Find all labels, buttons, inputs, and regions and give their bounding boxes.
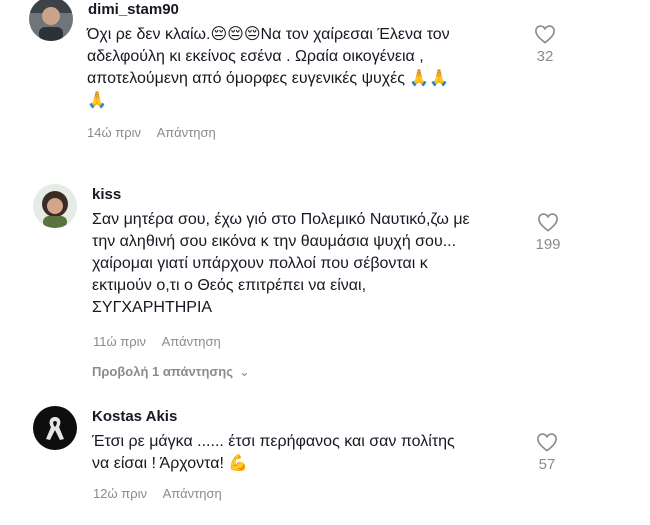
comment-item: kiss Σαν μητέρα σου, έχω γιό στο Πολεμικ… [0,178,650,388]
comment-text: Σαν μητέρα σου, έχω γιό στο Πολεμικό Ναυ… [92,209,532,319]
like-count: 57 [538,456,556,473]
user-photo-avatar-icon [33,184,77,228]
comment-text-line: χαίρομαι γιατί υπάρχουν πολλοί που σέβον… [92,255,428,272]
comment-username[interactable]: kiss [92,186,121,203]
comment-text-line: αδελφούλη κι εκείνος εσένα . Ωραία οικογ… [87,48,424,65]
comment-text-line: εκτιμούν ο,τι ο Θεός επιτρέπει να είναι, [92,277,367,294]
avatar[interactable] [33,406,77,450]
comment-text-line: 🙏 [87,92,107,109]
comment-text: Έτσι ρε μάγκα ...... έτσι περήφανος και … [92,431,532,475]
comment-timestamp: 14ώ πριν [87,125,141,140]
comment-text-line: την αληθινή σου εικόνα κ την θαυμάσια ψυ… [92,233,457,250]
chevron-down-icon: ⌄ [239,364,250,379]
like-button[interactable]: 199 [523,212,573,253]
comment-text-line: να είσαι ! Άρχοντα! 💪 [92,455,249,472]
comment-text: Όχι ρε δεν κλαίω.😔😔😔Να τον χαίρεσαι Έλεν… [87,24,527,112]
comment-timestamp: 12ώ πριν [93,486,147,501]
comment-text-line: Έτσι ρε μάγκα ...... έτσι περήφανος και … [92,433,455,450]
comment-text-line: Σαν μητέρα σου, έχω γιό στο Πολεμικό Ναυ… [92,211,470,228]
comment-meta: 14ώ πριν Απάντηση [87,125,216,140]
heart-outline-icon [538,213,558,232]
comment-item: dimi_stam90 Όχι ρε δεν κλαίω.😔😔😔Να τον χ… [0,0,650,150]
comment-meta: 11ώ πριν Απάντηση [93,334,221,349]
comment-text-line: Όχι ρε δεν κλαίω.😔😔😔Να τον χαίρεσαι Έλεν… [87,26,450,43]
like-count: 199 [535,236,561,253]
comment-text-line: αποτελούμενη από όμορφες ευγενικές ψυχές… [87,70,450,87]
heart-outline-icon [535,25,555,44]
like-count: 32 [536,48,554,65]
reply-button[interactable]: Απάντηση [163,486,222,501]
comment-meta: 12ώ πριν Απάντηση [93,486,222,501]
like-button[interactable]: 57 [522,432,572,473]
view-replies-label: Προβολή 1 απάντησης [92,364,234,379]
comment-item: Kostas Akis Έτσι ρε μάγκα ...... έτσι πε… [0,400,650,525]
avatar[interactable] [29,0,73,41]
comment-username[interactable]: Kostas Akis [92,408,177,425]
reply-button[interactable]: Απάντηση [162,334,221,349]
user-photo-avatar-icon [29,0,73,41]
view-replies-button[interactable]: Προβολή 1 απάντησης ⌄ [92,364,250,380]
comment-text-line: ΣΥΓΧΑΡΗΤΗΡΙΑ [92,299,213,316]
reply-button[interactable]: Απάντηση [157,125,216,140]
like-button[interactable]: 32 [520,24,570,65]
black-ribbon-avatar-icon [33,406,77,450]
heart-outline-icon [537,433,557,452]
avatar[interactable] [33,184,77,228]
comment-timestamp: 11ώ πριν [93,334,147,349]
comment-username[interactable]: dimi_stam90 [88,1,179,18]
